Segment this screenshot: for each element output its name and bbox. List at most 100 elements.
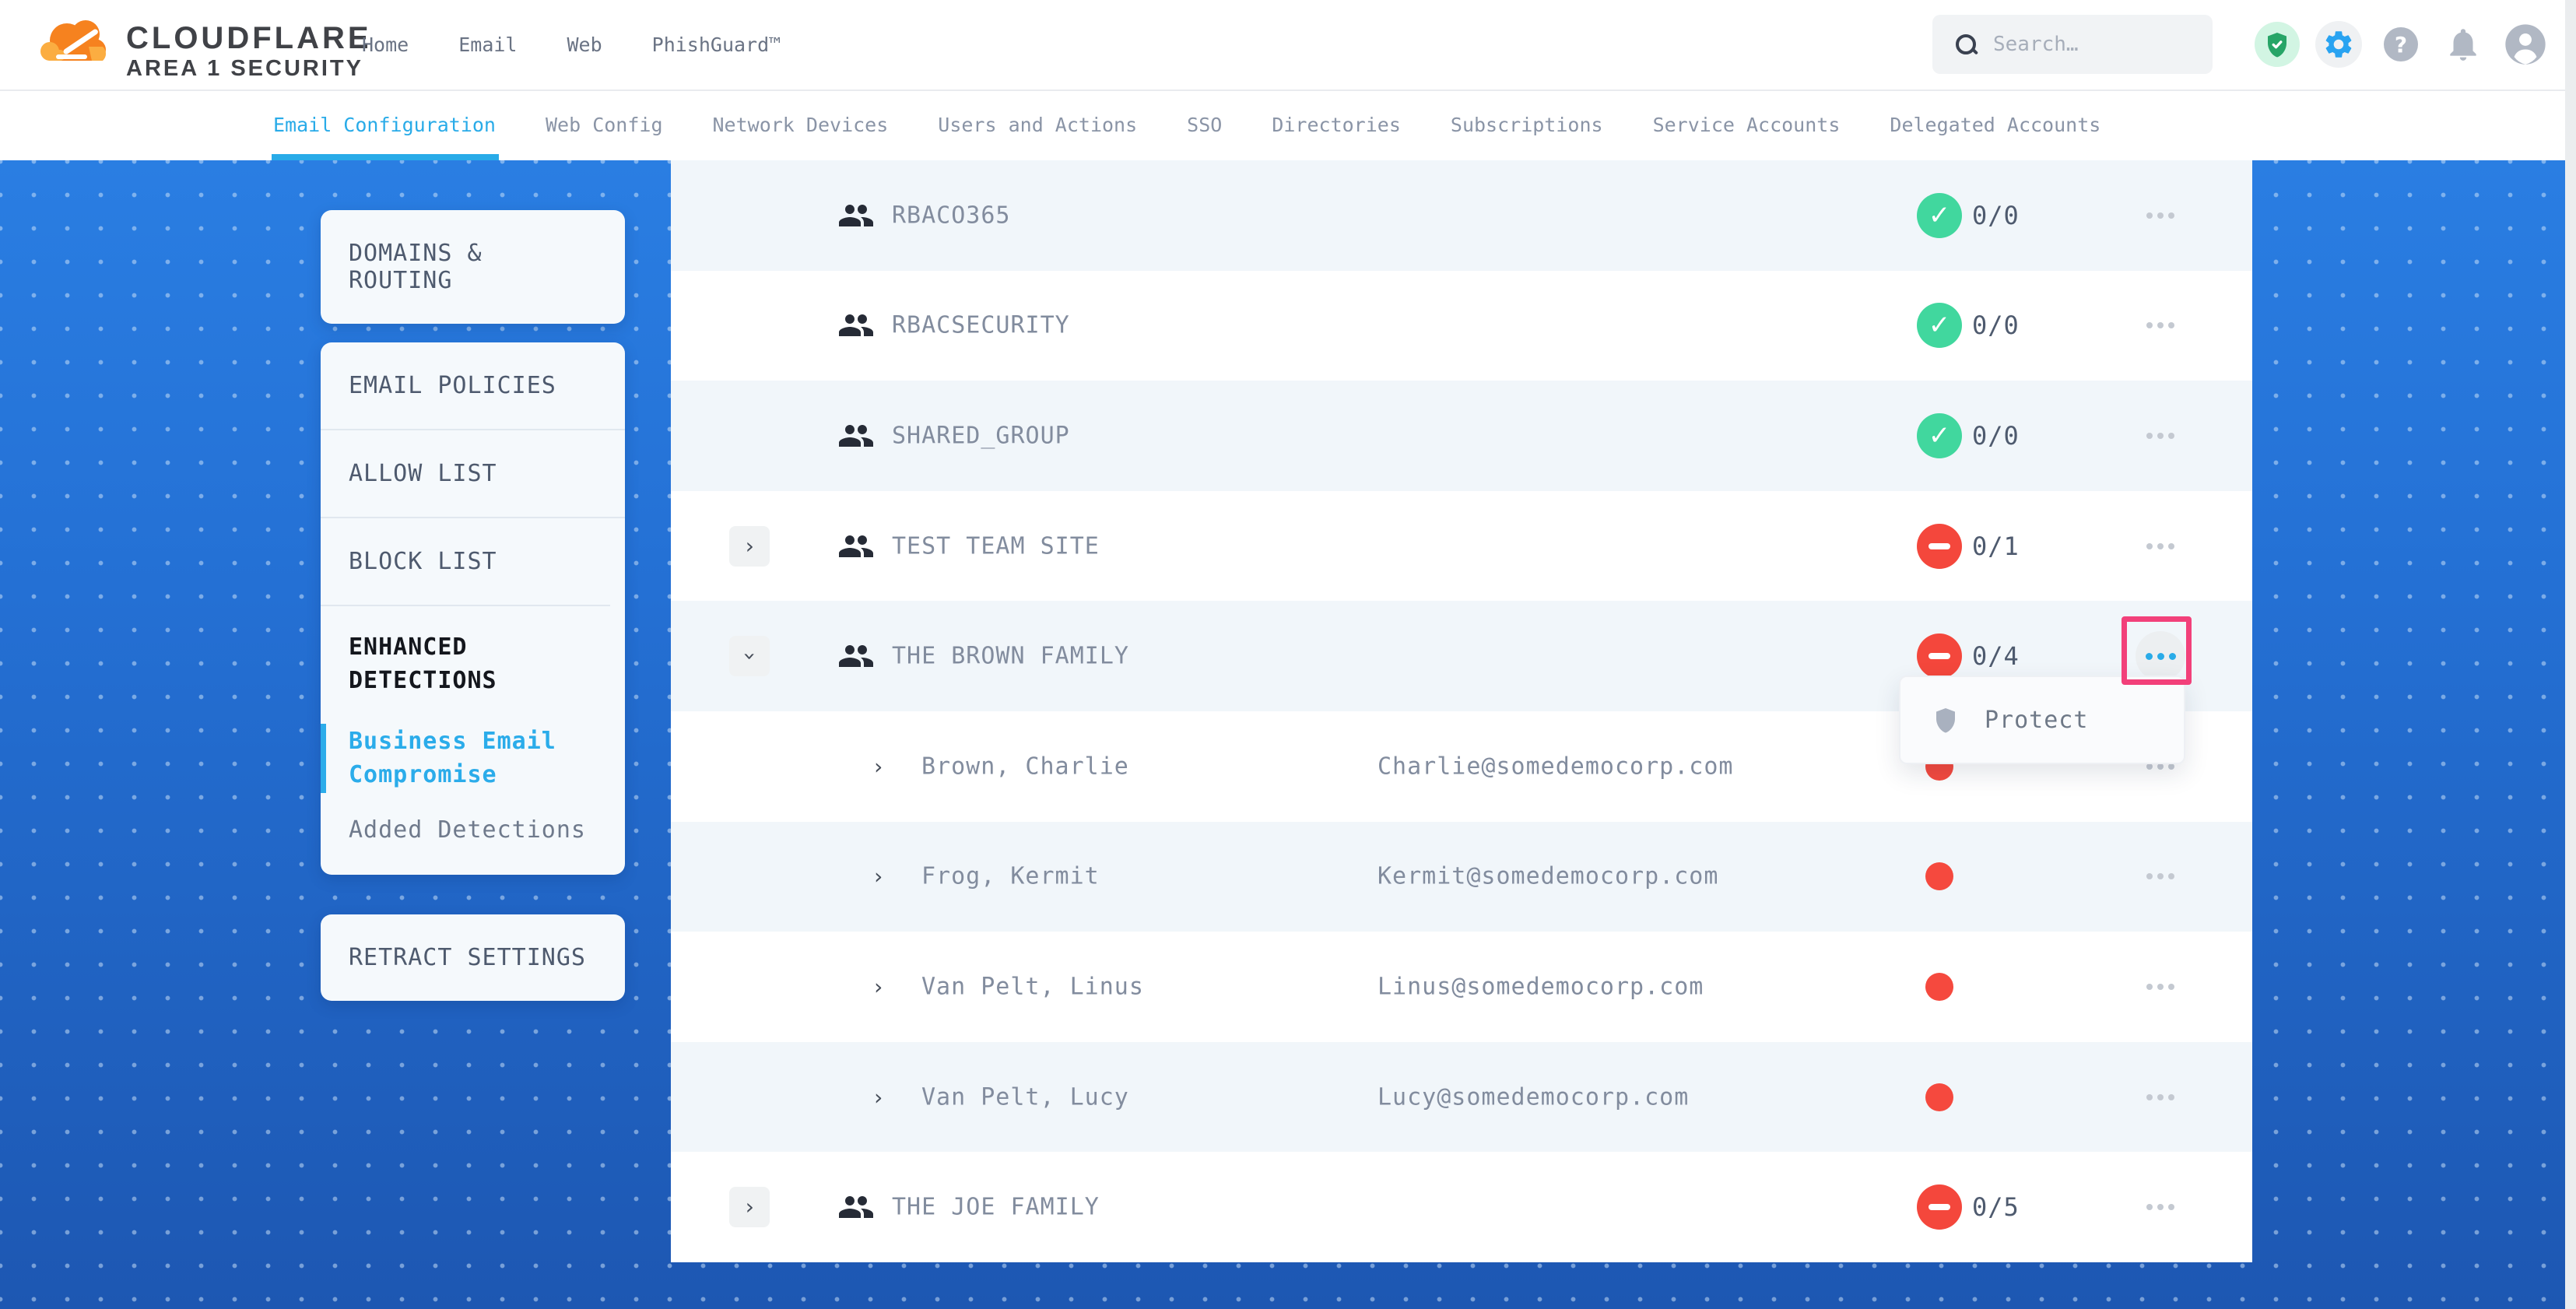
row-menu-rbaco365[interactable]	[2136, 191, 2185, 240]
tab-email-configuration[interactable]: Email Configuration	[273, 89, 496, 160]
menu-dot	[2168, 322, 2174, 328]
group-name: RBACO365	[892, 202, 1011, 229]
row-menu-van-pelt-linus[interactable]	[2136, 962, 2185, 1012]
sidebar-item-enhanced-detections[interactable]: ENHANCED DETECTIONS	[321, 605, 610, 704]
member-row-van-pelt-lucy[interactable]: ›Van Pelt, LucyLucy@somedemocorp.com	[671, 1042, 2252, 1153]
user-icon[interactable]	[2504, 23, 2547, 66]
member-name: Van Pelt, Lucy	[921, 1083, 1129, 1111]
member-caret-icon[interactable]: ›	[872, 864, 885, 890]
sidebar-item-retract-settings[interactable]: RETRACT SETTINGS	[321, 914, 625, 1001]
menu-dot	[2157, 322, 2164, 328]
sidebar-item-block-list[interactable]: BLOCK LIST	[321, 517, 625, 605]
check-icon: ✓	[1928, 420, 1951, 451]
group-members-icon	[837, 1188, 875, 1226]
expand-button-the-joe-family[interactable]: ›	[729, 1187, 770, 1227]
member-caret-icon[interactable]: ›	[872, 1084, 885, 1110]
menu-dot	[2157, 543, 2164, 549]
status-unprotected-icon	[1917, 1184, 1962, 1230]
menu-dot	[2146, 433, 2153, 439]
member-caret-icon[interactable]: ›	[872, 753, 885, 779]
menu-dot	[2146, 1094, 2153, 1100]
member-name: Brown, Charlie	[921, 753, 1129, 780]
menu-dot	[2146, 1204, 2153, 1210]
tab-subscriptions[interactable]: Subscriptions	[1451, 89, 1603, 160]
group-row-rbaco365[interactable]: RBACO365✓0/0	[671, 160, 2252, 271]
brand-title: CLOUDFLARE	[126, 20, 372, 56]
group-row-the-joe-family[interactable]: ›THE JOE FAMILY0/5	[671, 1152, 2252, 1262]
group-members-icon	[837, 417, 875, 454]
sidebar-item-business-email-compromise[interactable]: Business Email Compromise	[321, 721, 610, 796]
row-menu-van-pelt-lucy[interactable]	[2136, 1072, 2185, 1122]
protect-menu-label: Protect	[1985, 707, 2088, 734]
member-email: Kermit@somedemocorp.com	[1377, 863, 1718, 890]
member-caret-icon[interactable]: ›	[872, 974, 885, 999]
sidebar-item-added-detections[interactable]: Added Detections	[321, 816, 625, 875]
member-row-van-pelt-linus[interactable]: ›Van Pelt, LinusLinus@somedemocorp.com	[671, 932, 2252, 1042]
brand-text: CLOUDFLARE AREA 1 SECURITY	[126, 9, 372, 81]
row-menu-test-team-site[interactable]	[2136, 521, 2185, 571]
row-menu-the-joe-family[interactable]	[2136, 1182, 2185, 1232]
status-unprotected-icon	[1917, 524, 1962, 569]
tab-delegated-accounts[interactable]: Delegated Accounts	[1890, 89, 2100, 160]
sidebar-card-0: DOMAINS & ROUTING	[321, 210, 625, 324]
sidebar-card-1: EMAIL POLICIESALLOW LISTBLOCK LISTENHANC…	[321, 342, 625, 875]
cloudflare-logo[interactable]: CLOUDFLARE AREA 1 SECURITY	[37, 9, 372, 81]
row-menu-rbacsecurity[interactable]	[2136, 300, 2185, 350]
member-name: Van Pelt, Linus	[921, 973, 1144, 1000]
menu-dot	[2146, 873, 2153, 879]
sidebar-item-email-policies[interactable]: EMAIL POLICIES	[321, 342, 625, 429]
status-unprotected-dot	[1925, 862, 1953, 890]
sidebar-item-domains-routing[interactable]: DOMAINS & ROUTING	[321, 210, 625, 324]
member-row-frog-kermit[interactable]: ›Frog, KermitKermit@somedemocorp.com	[671, 822, 2252, 932]
row-menu-shared-group[interactable]	[2136, 411, 2185, 461]
minus-icon	[1928, 543, 1950, 549]
check-icon: ✓	[1928, 200, 1951, 231]
protected-count: 0/1	[1972, 532, 2020, 561]
menu-dot	[2157, 873, 2164, 879]
group-name: TEST TEAM SITE	[892, 532, 1100, 560]
check-icon: ✓	[1928, 310, 1951, 341]
question-icon[interactable]: ?	[2384, 27, 2418, 61]
protect-menu-item[interactable]: Protect	[1900, 704, 2184, 735]
nav-item-home[interactable]: Home	[362, 33, 409, 56]
tab-sso[interactable]: SSO	[1187, 89, 1222, 160]
status-unprotected-dot	[1925, 973, 1953, 1001]
primary-nav: Home Email Web PhishGuard™	[362, 0, 781, 89]
menu-dot	[2157, 212, 2164, 219]
tab-service-accounts[interactable]: Service Accounts	[1653, 89, 1841, 160]
search-box[interactable]	[1932, 15, 2213, 74]
search-input[interactable]	[1992, 32, 2181, 57]
nav-item-email[interactable]: Email	[458, 33, 517, 56]
brand-subtitle: AREA 1 SECURITY	[126, 56, 372, 81]
group-name: RBACSECURITY	[892, 312, 1070, 339]
status-protected-icon: ✓	[1917, 303, 1962, 348]
group-members-icon	[837, 307, 875, 344]
chevron-right-icon: ›	[743, 535, 756, 557]
group-row-shared-group[interactable]: SHARED_GROUP✓0/0	[671, 381, 2252, 491]
row-menu-frog-kermit[interactable]	[2136, 851, 2185, 901]
group-name: THE JOE FAMILY	[892, 1194, 1100, 1221]
bell-icon[interactable]	[2442, 23, 2484, 65]
expand-button-test-team-site[interactable]: ›	[729, 526, 770, 567]
window-scrollbar[interactable]	[2565, 0, 2576, 1309]
nav-item-phishguard[interactable]: PhishGuard™	[652, 33, 781, 56]
tab-web-config[interactable]: Web Config	[546, 89, 663, 160]
group-row-rbacsecurity[interactable]: RBACSECURITY✓0/0	[671, 271, 2252, 381]
group-name: THE BROWN FAMILY	[892, 643, 1129, 670]
tab-network-devices[interactable]: Network Devices	[713, 89, 889, 160]
sidebar-item-allow-list[interactable]: ALLOW LIST	[321, 429, 625, 517]
menu-dot	[2168, 433, 2174, 439]
sidebar-card-2: RETRACT SETTINGS	[321, 914, 625, 1001]
tab-directories[interactable]: Directories	[1272, 89, 1401, 160]
nav-item-web[interactable]: Web	[567, 33, 602, 56]
group-row-test-team-site[interactable]: › TEST TEAM SITE 0/1	[671, 491, 2252, 602]
search-icon	[1956, 34, 1976, 54]
menu-dot	[2146, 322, 2153, 328]
status-protected-icon: ✓	[1917, 193, 1962, 238]
shield-check-icon[interactable]	[2255, 22, 2300, 67]
tab-users-and-actions[interactable]: Users and Actions	[938, 89, 1137, 160]
expand-button-the-brown-family[interactable]: ›	[729, 636, 770, 676]
protected-count: 0/4	[1972, 641, 2020, 671]
menu-dot	[2146, 984, 2153, 990]
gear-icon[interactable]	[2315, 21, 2362, 68]
